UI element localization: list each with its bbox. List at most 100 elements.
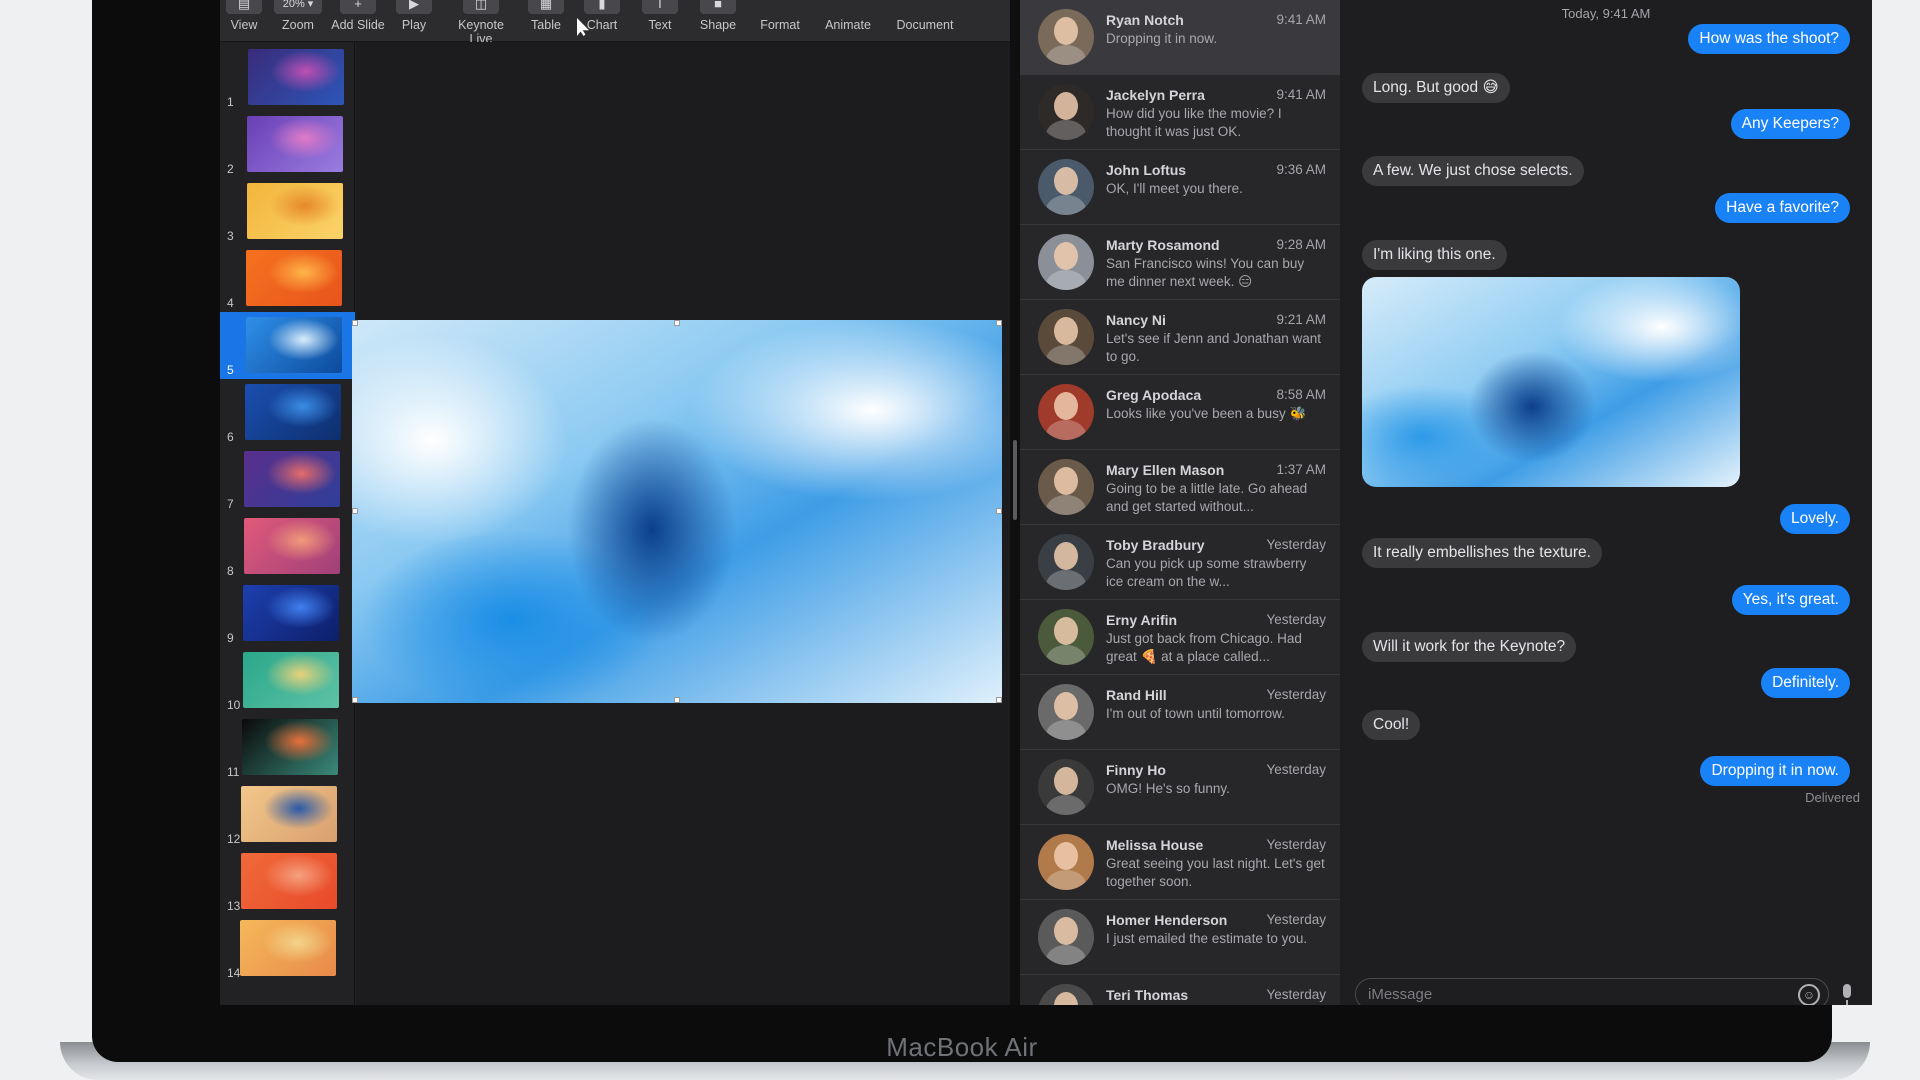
received-message-bubble[interactable]: Long. But good 😅	[1362, 73, 1510, 103]
slide-thumbnail[interactable]	[246, 250, 342, 306]
conversation-row[interactable]: Greg Apodaca 8:58 AM Looks like you've bee…	[1020, 375, 1340, 450]
slide-thumbnail-row[interactable]: 5	[220, 312, 355, 379]
toolbar-play-button[interactable]: ▶ Play	[394, 0, 434, 32]
slide-image[interactable]	[352, 320, 1002, 703]
slide-navigator[interactable]: 1 2 3 4 5 6 7 8 9 10 11 12 13 14	[220, 42, 355, 1005]
toolbar-chart-button[interactable]: ▮ Chart	[580, 0, 624, 32]
slide-thumbnail[interactable]	[245, 384, 341, 440]
keynote-window: ▤ View 20% ▾ Zoom + Add Slide ▶ Play ◫ Keynote Li…	[220, 0, 1010, 1005]
conversation-row[interactable]: Finny Ho Yesterday OMG! He's so funny.	[1020, 750, 1340, 825]
slide-thumbnail-row[interactable]: 9	[220, 580, 355, 647]
toolbar-document-button[interactable]: Document	[890, 0, 960, 32]
message-preview: San Francisco wins! You can buy me dinne…	[1106, 256, 1305, 289]
slide-thumbnail[interactable]	[244, 451, 340, 507]
conversation-row[interactable]: Homer Henderson Yesterday I just emailed t…	[1020, 900, 1340, 975]
imessage-input[interactable]	[1368, 983, 1768, 1005]
slide-thumbnail-row[interactable]: 8	[220, 513, 355, 580]
message-time: Yesterday	[1266, 837, 1326, 852]
slide-thumbnail[interactable]	[241, 853, 337, 909]
selection-handle[interactable]	[996, 320, 1002, 326]
slide-thumbnail[interactable]	[241, 786, 337, 842]
toolbar-add-slide-button[interactable]: + Add Slide	[330, 0, 386, 32]
toolbar-format-button[interactable]: Format	[754, 0, 806, 32]
slide-number: 6	[227, 430, 234, 444]
message-preview: I just emailed the estimate to you.	[1106, 931, 1308, 946]
slide-thumbnail[interactable]	[248, 49, 344, 105]
screen: ▤ View 20% ▾ Zoom + Add Slide ▶ Play ◫ Keynote Li…	[220, 0, 1872, 1005]
conversation-row[interactable]: Teri Thomas Yesterday	[1020, 975, 1340, 1005]
slide-thumbnail-row[interactable]: 13	[220, 848, 355, 915]
split-view-divider[interactable]	[1010, 0, 1020, 1005]
sent-message-bubble[interactable]: How was the shoot?	[1688, 24, 1850, 54]
toolbar-shape-button[interactable]: ■ Shape	[694, 0, 742, 32]
conversation-row[interactable]: Melissa House Yesterday Great seeing you l…	[1020, 825, 1340, 900]
slide-thumbnail-row[interactable]: 2	[220, 111, 355, 178]
emoji-icon[interactable]: ☺	[1798, 984, 1820, 1005]
received-message-bubble[interactable]: I'm liking this one.	[1362, 240, 1507, 270]
conversation-row[interactable]: Jackelyn Perra 9:41 AM How did you like th…	[1020, 75, 1340, 150]
slide-thumbnail[interactable]	[244, 518, 340, 574]
toolbar-keynote-live-button[interactable]: ◫ Keynote Live	[446, 0, 516, 46]
received-message-bubble[interactable]: A few. We just chose selects.	[1362, 156, 1584, 186]
slide-thumbnail-row[interactable]: 12	[220, 781, 355, 848]
selection-handle[interactable]	[352, 697, 358, 703]
slide-thumbnail[interactable]	[240, 920, 336, 976]
divider-grip[interactable]	[1013, 440, 1017, 520]
toolbar-animate-button[interactable]: Animate	[820, 0, 876, 32]
slide-thumbnail-row[interactable]: 4	[220, 245, 355, 312]
slide-thumbnail-row[interactable]: 1	[220, 44, 355, 111]
toolbar-text-button[interactable]: T Text	[638, 0, 682, 32]
conversation-row[interactable]: Marty Rosamond 9:28 AM San Francisco wins!…	[1020, 225, 1340, 300]
received-message-bubble[interactable]: Will it work for the Keynote?	[1362, 632, 1577, 662]
slide-thumbnail[interactable]	[247, 183, 343, 239]
selection-handle[interactable]	[674, 320, 680, 326]
conversation-row[interactable]: Toby Bradbury Yesterday Can you pick up so…	[1020, 525, 1340, 600]
selection-handle[interactable]	[352, 508, 358, 514]
slide-thumbnail-row[interactable]: 11	[220, 714, 355, 781]
sent-message-bubble[interactable]: Dropping it in now.	[1700, 756, 1850, 786]
conversation-row[interactable]: Nancy Ni 9:21 AM Let's see if Jenn and Jon…	[1020, 300, 1340, 375]
toolbar-view-button[interactable]: ▤ View	[224, 0, 264, 32]
slide-thumbnail-row[interactable]: 6	[220, 379, 355, 446]
toolbar-zoom-button[interactable]: 20% ▾ Zoom	[272, 0, 324, 32]
shared-photo[interactable]	[1362, 277, 1740, 487]
contact-name: John Loftus	[1106, 162, 1187, 178]
selection-handle[interactable]	[352, 320, 358, 326]
toolbar-label: Format	[760, 18, 800, 32]
selection-handle[interactable]	[996, 697, 1002, 703]
slide-thumbnail-row[interactable]: 7	[220, 446, 355, 513]
received-message-bubble[interactable]: It really embellishes the texture.	[1362, 538, 1602, 568]
slide-thumbnail[interactable]	[247, 116, 343, 172]
conversation-row[interactable]: Rand Hill Yesterday I'm out of town until …	[1020, 675, 1340, 750]
sent-message-bubble[interactable]: Lovely.	[1780, 504, 1850, 534]
selection-handle[interactable]	[674, 697, 680, 703]
slide-number: 11	[227, 765, 240, 779]
toolbar-table-button[interactable]: ▦ Table	[524, 0, 568, 32]
slide-thumbnail-row[interactable]: 14	[220, 915, 355, 982]
conversation-list[interactable]: Ryan Notch 9:41 AM Dropping it in now. Jack…	[1020, 0, 1340, 1005]
toolbar-label: Add Slide	[331, 18, 385, 32]
slide-thumbnail[interactable]	[243, 652, 339, 708]
slide-thumbnail[interactable]	[242, 719, 338, 775]
conversation-row[interactable]: Ryan Notch 9:41 AM Dropping it in now.	[1020, 0, 1340, 75]
slide-thumbnail[interactable]	[246, 317, 342, 373]
conversation-row[interactable]: John Loftus 9:36 AM OK, I'll meet you ther…	[1020, 150, 1340, 225]
slide-number: 4	[227, 296, 234, 310]
message-compose-field[interactable]: ☺	[1355, 978, 1829, 1005]
table-icon: ▦	[528, 0, 564, 14]
microphone-icon[interactable]	[1840, 984, 1854, 1005]
sent-message-bubble[interactable]: Have a favorite?	[1715, 193, 1850, 223]
slide-thumbnail[interactable]	[243, 585, 339, 641]
avatar	[1038, 309, 1094, 365]
sent-message-bubble[interactable]: Definitely.	[1761, 668, 1850, 698]
message-time: 9:36 AM	[1276, 162, 1326, 177]
slide-thumbnail-row[interactable]: 10	[220, 647, 355, 714]
conversation-row[interactable]: Mary Ellen Mason 1:37 AM Going to be a lit…	[1020, 450, 1340, 525]
sent-message-bubble[interactable]: Any Keepers?	[1730, 109, 1850, 139]
sent-message-bubble[interactable]: Yes, it's great.	[1731, 585, 1850, 615]
slide-thumbnail-row[interactable]: 3	[220, 178, 355, 245]
selection-handle[interactable]	[996, 508, 1002, 514]
message-preview: I'm out of town until tomorrow.	[1106, 706, 1285, 721]
received-message-bubble[interactable]: Cool!	[1362, 710, 1421, 740]
conversation-row[interactable]: Erny Arifin Yesterday Just got back from C…	[1020, 600, 1340, 675]
